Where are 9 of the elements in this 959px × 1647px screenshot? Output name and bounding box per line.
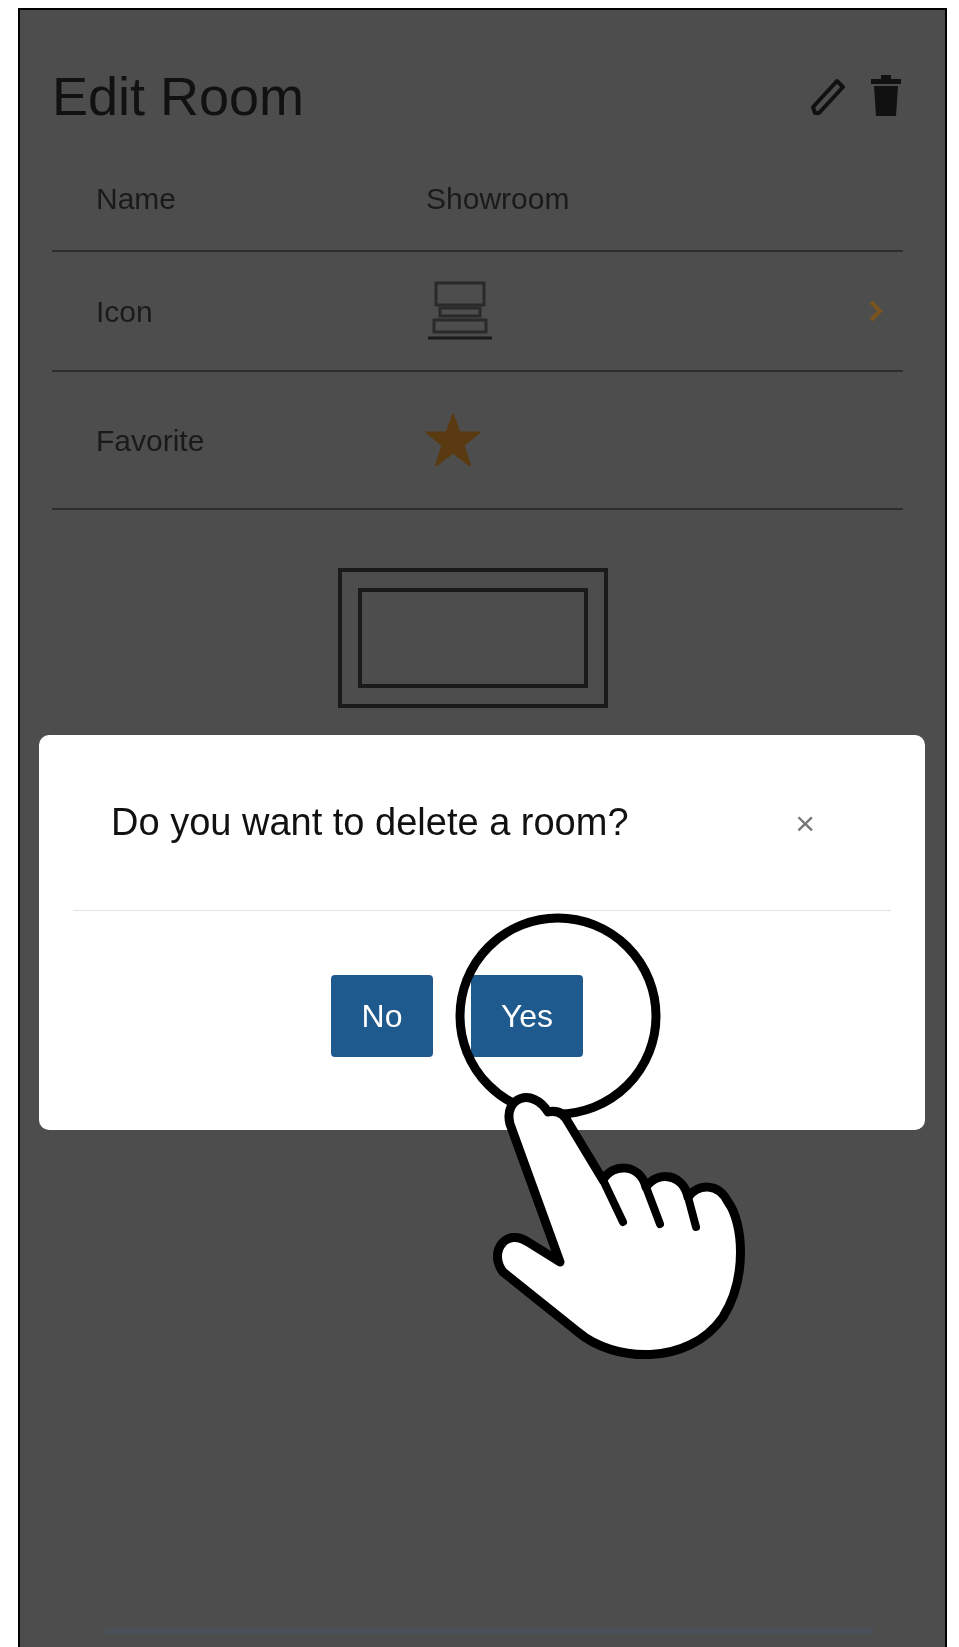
chevron-right-icon[interactable] [869, 300, 883, 322]
star-icon[interactable] [426, 414, 480, 466]
dialog-title: Do you want to delete a room? [111, 800, 629, 845]
table-chairs-icon [426, 280, 494, 342]
close-button[interactable]: × [795, 805, 815, 840]
trash-icon[interactable] [869, 75, 903, 117]
dialog-button[interactable]: No [331, 975, 433, 1057]
page-title: Edit Room [52, 69, 305, 123]
dialog-button[interactable]: Yes [471, 975, 583, 1057]
